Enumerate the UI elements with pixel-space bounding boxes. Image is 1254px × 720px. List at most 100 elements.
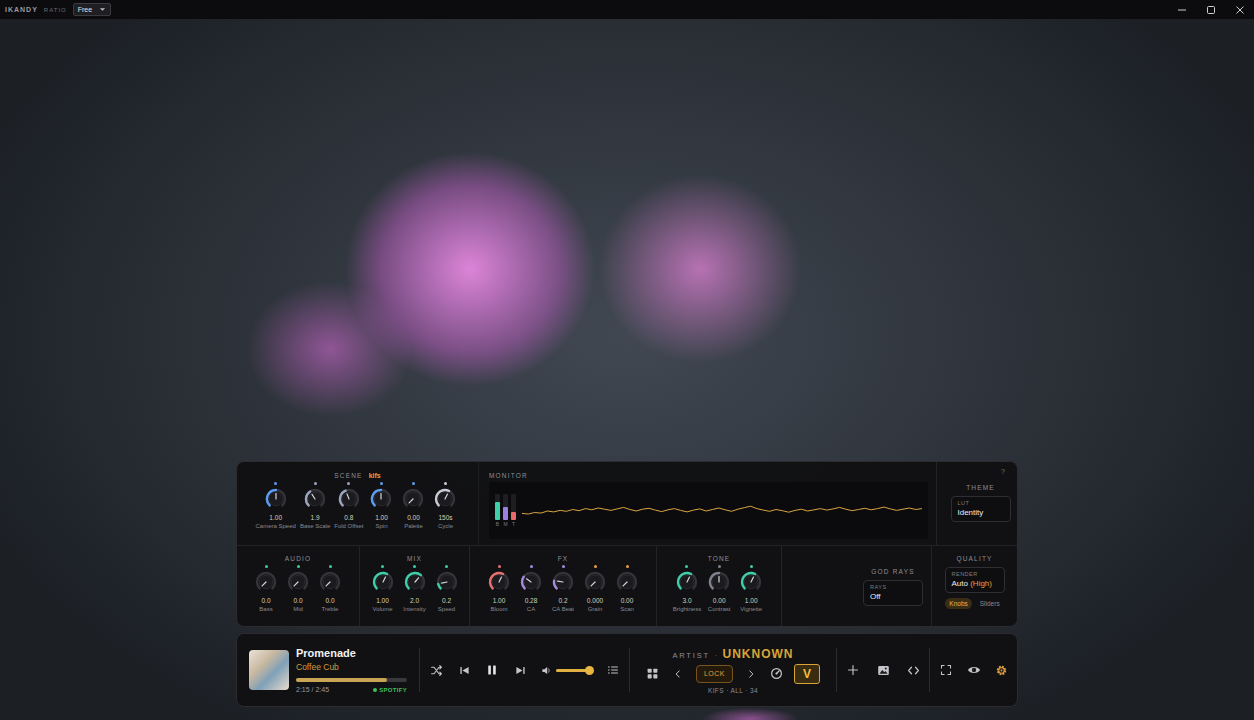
knob-row: 0.0Bass0.0Mid0.0Treble xyxy=(239,565,357,613)
hide-ui-button[interactable] xyxy=(967,663,981,677)
knob[interactable]: 0.28CA xyxy=(517,565,545,613)
field-label: RENDER xyxy=(952,571,998,578)
auto-cycle-button[interactable] xyxy=(769,667,783,681)
shuffle-button[interactable] xyxy=(429,663,443,677)
knob-value: 0.0 xyxy=(293,596,302,605)
previous-scene-button[interactable] xyxy=(671,667,685,681)
help-button[interactable]: ? xyxy=(1001,468,1005,475)
knob-dot xyxy=(530,565,533,568)
track-time: 2:15 / 2:45 xyxy=(296,686,329,693)
knob[interactable]: 1.00Volume xyxy=(369,565,397,613)
monitor-section: MONITORBMT xyxy=(478,462,936,545)
knob-group: MIX 1.00Volume2.0Intensity0.2Speed xyxy=(359,546,469,626)
vj-mode-button[interactable]: V xyxy=(794,664,820,684)
next-scene-button[interactable] xyxy=(744,667,758,681)
field-label: LUT xyxy=(958,500,1004,507)
volume-slider[interactable] xyxy=(556,669,592,672)
section-label: GOD RAYS xyxy=(871,568,914,575)
close-button[interactable] xyxy=(1225,0,1254,19)
knob[interactable]: 1.00Spin xyxy=(367,482,395,530)
knob[interactable]: 0.0Bass xyxy=(252,565,280,613)
progress-fill xyxy=(296,678,387,682)
knob-group: FX1.00Bloom0.28CA0.2CA Beat0.000Grain0.0… xyxy=(469,546,656,626)
knob-dot xyxy=(381,565,384,568)
waveform-chart xyxy=(522,496,922,526)
knob-dot xyxy=(445,565,448,568)
knob-dial-icon xyxy=(337,487,361,511)
knob[interactable]: 0.2Speed xyxy=(433,565,461,613)
panel-top-row: SCENEkifs1.00Camera Speed1.9Base Scale0.… xyxy=(237,462,1017,546)
knob[interactable]: 1.00Bloom xyxy=(485,565,513,613)
fullscreen-button[interactable] xyxy=(939,663,953,677)
knob-value: 0.00 xyxy=(713,596,726,605)
knob[interactable]: 1.00Vignette xyxy=(737,565,765,613)
knob-label: Intensity xyxy=(403,605,425,613)
visualizer-canvas: ?SCENEkifs1.00Camera Speed1.9Base Scale0… xyxy=(0,19,1254,720)
maximize-button[interactable] xyxy=(1196,0,1225,19)
knob-dial-icon xyxy=(303,487,327,511)
section-label: TONE xyxy=(659,555,779,562)
knob-label: Bloom xyxy=(490,605,507,613)
control-panel: ?SCENEkifs1.00Camera Speed1.9Base Scale0… xyxy=(236,461,1018,627)
knob[interactable]: 1.9Base Scale xyxy=(300,482,330,530)
scene-section: SCENEkifs1.00Camera Speed1.9Base Scale0.… xyxy=(237,462,478,545)
section-label: AUDIO xyxy=(239,555,357,562)
knob-value: 0.0 xyxy=(261,596,270,605)
knob-group: TONE 3.0Brightness0.00Contrast1.00Vignett… xyxy=(656,546,781,626)
previous-button[interactable] xyxy=(457,663,471,677)
render-select[interactable]: RENDERAuto (High) xyxy=(945,567,1005,593)
code-button[interactable] xyxy=(906,663,920,677)
brand: IKANDYRATIOFree xyxy=(5,3,111,16)
mode-option[interactable]: Knobs xyxy=(945,598,971,609)
plan-dropdown[interactable]: Free xyxy=(73,3,111,16)
play-pause-button[interactable] xyxy=(485,663,499,677)
mode-option[interactable]: Sliders xyxy=(976,598,1004,609)
progress-bar[interactable] xyxy=(296,678,407,682)
knob[interactable]: 0.0Mid xyxy=(284,565,312,613)
knob[interactable]: 0.0Treble xyxy=(316,565,344,613)
knob[interactable]: 0.000Grain xyxy=(581,565,609,613)
rays-select[interactable]: RAYSOff xyxy=(863,580,923,606)
control-mode-toggle: Knobs Sliders xyxy=(945,598,1003,609)
chevron-right-icon xyxy=(746,669,756,679)
meter-label: B xyxy=(496,521,499,527)
knob[interactable]: 0.8Fold Offset xyxy=(334,482,363,530)
knob[interactable]: 0.00Palette xyxy=(399,482,427,530)
level-meters: BMT xyxy=(495,494,516,527)
knob[interactable]: 150sCycle xyxy=(431,482,459,530)
knob[interactable]: 3.0Brightness xyxy=(673,565,701,613)
lock-button[interactable]: LOCK xyxy=(696,665,733,683)
volume-thumb[interactable] xyxy=(585,666,594,675)
maximize-icon xyxy=(1206,5,1216,15)
image-icon xyxy=(877,664,890,677)
knob-dot xyxy=(380,482,383,485)
knob-label: Camera Speed xyxy=(256,522,296,530)
section-label: MIX xyxy=(362,555,467,562)
field-value: Off xyxy=(870,591,916,602)
add-button[interactable] xyxy=(846,663,860,677)
knob-dot xyxy=(685,565,688,568)
meter-label: T xyxy=(512,521,515,527)
navigator-header: ARTIST·UNKNOWN xyxy=(672,647,793,661)
knob[interactable]: 1.00Camera Speed xyxy=(256,482,296,530)
knob[interactable]: 0.00Contrast xyxy=(705,565,733,613)
minimize-button[interactable] xyxy=(1167,0,1196,19)
lut-select[interactable]: LUTIdentity xyxy=(951,496,1011,522)
queue-button[interactable] xyxy=(606,663,620,677)
monitor-display: BMT xyxy=(489,482,928,539)
knob-value: 0.28 xyxy=(525,596,538,605)
background-image-button[interactable] xyxy=(876,663,890,677)
knob[interactable]: 0.2CA Beat xyxy=(549,565,577,613)
divider xyxy=(419,648,420,692)
settings-button[interactable] xyxy=(995,663,1009,677)
track-status: 2:15 / 2:45SPOTIFY xyxy=(296,686,407,693)
knob[interactable]: 0.00Scan xyxy=(613,565,641,613)
previous-icon xyxy=(459,665,470,676)
knob-dial-icon xyxy=(435,570,459,594)
next-button[interactable] xyxy=(513,663,527,677)
knob-row: 1.00Camera Speed1.9Base Scale0.8Fold Off… xyxy=(241,482,474,530)
grid-button[interactable] xyxy=(646,667,660,681)
knob-dial-icon xyxy=(675,570,699,594)
knob[interactable]: 2.0Intensity xyxy=(401,565,429,613)
plus-icon xyxy=(847,664,859,676)
